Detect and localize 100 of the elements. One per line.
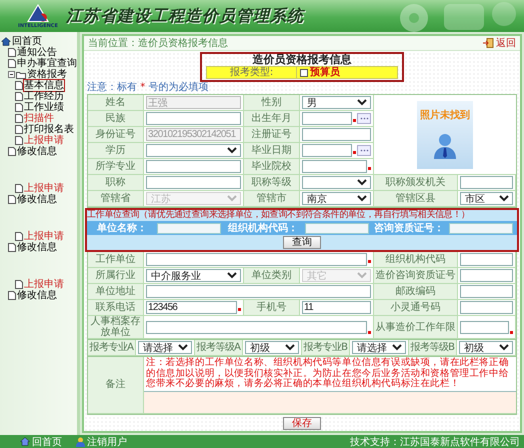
search-field[interactable] (305, 222, 369, 234)
nav-item[interactable]: 基本信息 (24, 80, 64, 91)
input-field[interactable] (302, 144, 352, 157)
field-label: 管辖市 (244, 191, 300, 207)
date-picker-button[interactable] (357, 113, 371, 124)
breadcrumb: 当前位置：造价员资格报考信息 (88, 36, 228, 50)
date-picker-button[interactable] (357, 145, 371, 156)
support-text: 技术支持：江苏国泰新点软件有限公司 (350, 436, 520, 448)
input-field[interactable] (302, 128, 371, 141)
search-field[interactable] (157, 222, 221, 234)
field-label: 联系电话 (88, 300, 144, 316)
search-button[interactable]: 查询 (283, 236, 321, 249)
save-button[interactable]: 保存 (283, 416, 321, 430)
search-label: 组织机构代码： (226, 222, 299, 235)
remarks-field[interactable] (144, 390, 516, 412)
nav-item[interactable]: 通知公告 (17, 47, 57, 58)
app-title: 江苏省建设工程造价员管理系统 (66, 6, 304, 26)
nav-item[interactable]: 资格报考 (27, 69, 67, 80)
input-field[interactable] (302, 112, 352, 125)
home-icon (1, 37, 11, 46)
input-field[interactable] (460, 301, 513, 314)
nav-item[interactable]: 修改信息 (17, 290, 57, 301)
input-field[interactable] (146, 112, 241, 125)
field-label: 性别 (244, 95, 300, 111)
dropdown[interactable]: 初级 (245, 341, 299, 354)
collapse-icon[interactable] (8, 71, 15, 78)
dropdown[interactable]: 请选择 (138, 341, 192, 354)
field-label: 姓名 (88, 95, 144, 111)
folder-icon (16, 70, 26, 78)
input-field[interactable] (146, 320, 367, 334)
remarks-note: 注：若选择的工作单位名称、组织机构代码等单位信息有误或缺项，请在此栏将正确的信息加以说明，以便我们核实补正。为防止在您今后业务活动和资格管理工作中给您带来不必要的麻烦，请务必将正确的本单位组织机构代码标注在此栏！ (145, 357, 510, 390)
field-label: 手机号 (244, 300, 300, 316)
search-label: 咨询资质证号： (373, 222, 445, 235)
field-label: 组织机构代码 (374, 252, 458, 268)
field-label: 报考等级A (195, 340, 243, 356)
input-field[interactable] (460, 285, 513, 298)
input-field[interactable] (460, 253, 513, 266)
input-field[interactable] (460, 176, 513, 189)
input-field[interactable]: 11 (302, 301, 371, 314)
nav-item[interactable]: 上报申请 (24, 135, 64, 146)
field-label: 报考专业A (88, 340, 136, 356)
search-title: 工作单位查询（请优先通过查询来选择单位，如查询不到符合条件的单位，再自行填写相关信息！） (87, 210, 471, 221)
dropdown[interactable]: 中介服务业 (146, 269, 241, 282)
field-label: 所属行业 (88, 268, 144, 284)
input-field[interactable] (302, 160, 367, 173)
field-label: 毕业院校 (244, 159, 300, 175)
field-label: 造价咨询资质证号 (374, 268, 458, 284)
nav-item[interactable]: 申办事宜查询 (17, 58, 77, 69)
nav-item[interactable]: 修改信息 (17, 242, 57, 253)
input-field[interactable] (460, 269, 513, 282)
photo-missing-text: 照片未找到 (420, 108, 470, 122)
field-label: 注册证号 (244, 127, 300, 143)
nav-item[interactable]: 回首页 (12, 36, 42, 47)
field-label: 所学专业 (88, 159, 144, 175)
field-label: 报考专业B (302, 340, 350, 356)
dropdown[interactable] (302, 176, 371, 189)
field-label: 备注 (88, 357, 144, 414)
nav-item[interactable]: 工作业绩 (24, 102, 64, 113)
field-label: 管辖区县 (374, 191, 458, 207)
nav-item[interactable]: 修改信息 (17, 146, 57, 157)
footer-link[interactable]: 注销用户 (76, 434, 127, 448)
nav-item[interactable]: 上报申请 (24, 279, 64, 290)
dropdown[interactable]: 南京 (302, 192, 371, 205)
ellipsis-icon (360, 117, 368, 120)
input-field[interactable]: 123456 (146, 301, 237, 314)
footer-link[interactable]: 回首页 (20, 434, 62, 448)
logo-icon (26, 3, 50, 23)
input-field[interactable] (146, 285, 371, 298)
field-label: 职称等级 (244, 175, 300, 191)
nav-item[interactable]: 上报申请 (24, 183, 64, 194)
input-field[interactable] (146, 160, 241, 173)
home-icon (20, 437, 30, 446)
field-label: 单位地址 (88, 284, 144, 300)
input-field[interactable] (146, 253, 367, 266)
nav-item[interactable]: 工作经历 (24, 91, 64, 102)
exam-type-checkbox[interactable]: 预算员 (297, 67, 397, 79)
input-field[interactable] (146, 176, 241, 189)
field-label: 管辖省 (88, 191, 144, 207)
search-field[interactable] (449, 222, 513, 234)
field-label: 报考类型: (207, 67, 297, 79)
field-label: 出生年月 (244, 111, 300, 127)
back-link[interactable]: 返回 (483, 36, 516, 50)
input-field[interactable] (460, 320, 509, 334)
field-label: 身份证号 (88, 127, 144, 143)
dropdown[interactable]: 初级 (459, 341, 513, 354)
user-icon (76, 436, 85, 446)
nav-item[interactable]: 上报申请 (24, 231, 64, 242)
nav-item[interactable]: 打印报名表 (24, 124, 74, 135)
dropdown[interactable]: 请选择 (352, 341, 406, 354)
ellipsis-icon (360, 149, 368, 152)
field-label: 报考等级B (409, 340, 457, 356)
field-label: 小灵通号码 (374, 300, 458, 316)
field-label: 职称颁发机关 (374, 175, 458, 191)
field-label: 人事档案存放单位 (88, 316, 144, 339)
nav-item[interactable]: 扫描件 (24, 113, 54, 124)
form-title: 造价员资格报考信息 (252, 54, 352, 66)
field-label: 民族 (88, 111, 144, 127)
dropdown[interactable]: 市区 (460, 192, 513, 205)
nav-item[interactable]: 修改信息 (17, 194, 57, 205)
dropdown[interactable]: 男 (302, 96, 371, 109)
